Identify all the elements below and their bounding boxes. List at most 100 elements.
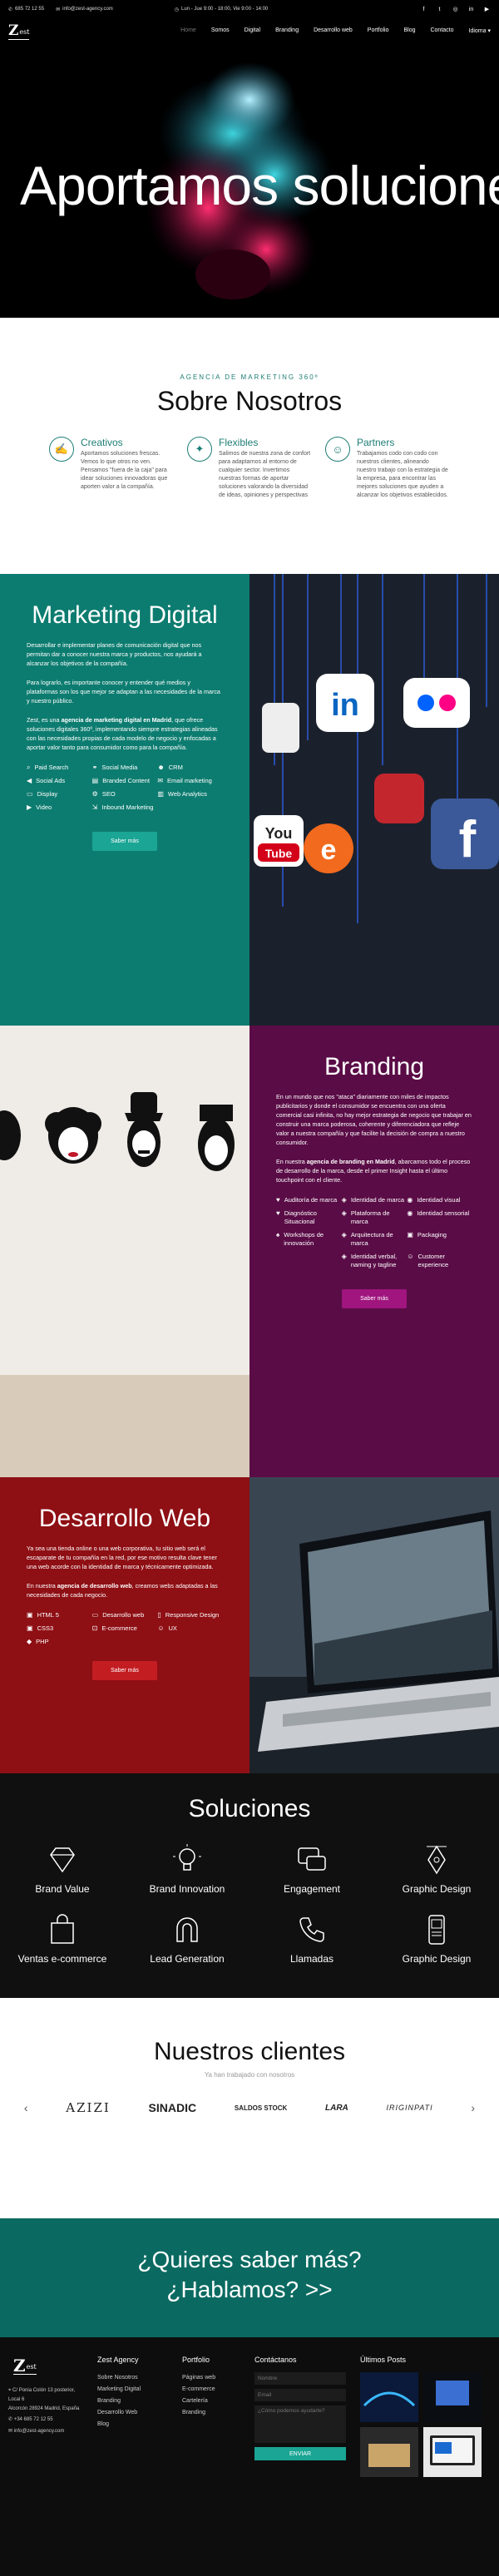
footer-link[interactable]: Páginas web <box>182 2372 245 2384</box>
handshake-icon: ✍ <box>49 437 74 462</box>
footer-link[interactable]: Desarrollo Web <box>97 2407 172 2419</box>
nav-idioma[interactable]: Idioma ▾ <box>469 27 491 34</box>
nav-desarrollo-web[interactable]: Desarrollo web <box>314 27 353 34</box>
phone-contact[interactable]: ✆ 685 72 12 55 <box>8 7 44 12</box>
solution-ventas-ecommerce[interactable]: Ventas e-commerce <box>0 1911 125 1965</box>
chevron-left-icon[interactable]: ‹ <box>24 2101 28 2114</box>
phone-icon <box>299 1917 324 1942</box>
digital-paragraph-2: Para lograrlo, es importante conocer y e… <box>27 679 220 705</box>
list-item-label: Desarrollo web <box>102 1611 145 1619</box>
footer-logo[interactable]: Zest <box>13 2357 37 2375</box>
solution-brand-value[interactable]: Brand Value <box>0 1842 125 1895</box>
solution-llamadas[interactable]: Llamadas <box>250 1911 374 1965</box>
post-thumbnail[interactable] <box>423 2427 482 2477</box>
nav-digital[interactable]: Digital <box>245 27 260 34</box>
list-item: ◈ Identidad verbal, naming y tagline <box>342 1253 408 1269</box>
post-thumbnail[interactable] <box>360 2372 418 2422</box>
list-item: ▣ CSS3 <box>27 1624 92 1633</box>
package-icon: ▣ <box>407 1231 413 1239</box>
email-field[interactable] <box>254 2389 346 2401</box>
main-navigation: Zest Home Somos Digital Branding Desarro… <box>0 18 499 43</box>
footer-link[interactable]: Branding <box>182 2407 245 2419</box>
message-field[interactable] <box>254 2405 346 2443</box>
nav-portfolio[interactable]: Portfolio <box>368 27 389 34</box>
nav-branding[interactable]: Branding <box>275 27 299 34</box>
client-logo-azizi: AZIZI <box>66 2100 111 2115</box>
list-item-label: HTML 5 <box>37 1611 59 1619</box>
footer-email[interactable]: ✉ info@zest-agency.com <box>8 2425 87 2437</box>
web-p2-start: En nuestra <box>27 1582 57 1590</box>
phone-icon: ✆ <box>8 7 13 12</box>
post-thumbnail[interactable] <box>423 2372 482 2422</box>
nav-home[interactable]: Home <box>180 27 196 34</box>
megaphone-icon: ◀ <box>27 777 32 784</box>
nav-somos[interactable]: Somos <box>211 27 230 34</box>
branding-saber-mas-button[interactable]: Saber más <box>342 1289 407 1308</box>
cta-section[interactable]: ¿Quieres saber más? ¿Hablamos? >> <box>0 2218 499 2337</box>
list-item: ⇲ Inbound Marketing <box>92 803 158 812</box>
nav-blog[interactable]: Blog <box>403 27 415 34</box>
facebook-icon[interactable]: f <box>420 6 427 13</box>
solution-graphic-design[interactable]: Graphic Design <box>374 1842 499 1895</box>
clients-carousel: ‹ AZIZI SINADIC SALDOS STOCK LARA IRIGIN… <box>0 2100 499 2115</box>
list-item-label: Display <box>37 790 58 798</box>
solution-label: Engagement <box>283 1883 341 1895</box>
list-item: ☺ Customer experience <box>407 1253 472 1269</box>
email-contact[interactable]: ✉ info@zest-agency.com <box>56 7 113 12</box>
name-field[interactable] <box>254 2372 346 2385</box>
list-item-label: SEO <box>101 790 116 798</box>
solution-engagement[interactable]: Engagement <box>250 1842 374 1895</box>
logo-letter: Z <box>13 2356 26 2376</box>
analytics-icon: ▥ <box>157 790 164 798</box>
list-item: ◀ Social Ads <box>27 777 92 785</box>
envelope-icon: ✉ <box>157 777 164 784</box>
code-icon: ▭ <box>91 1611 99 1619</box>
ux-icon: ☺ <box>157 1624 165 1632</box>
branding-p2-highlight: agencia de branding en Madrid <box>306 1158 395 1165</box>
zest-logo[interactable]: Zest <box>8 22 30 40</box>
list-item-label: Social Ads <box>36 777 66 784</box>
list-item: ⚙ SEO <box>92 790 158 799</box>
phone-icon: ✆ <box>8 2417 14 2422</box>
youtube-icon[interactable]: ▶ <box>483 6 491 13</box>
nav-menu: Home Somos Digital Branding Desarrollo w… <box>180 27 491 34</box>
nav-contacto[interactable]: Contacto <box>430 27 453 34</box>
list-item: ☻ CRM <box>157 764 223 772</box>
solution-brand-innovation[interactable]: Brand Innovation <box>125 1842 250 1895</box>
instagram-icon[interactable]: ◎ <box>452 6 459 13</box>
twitter-icon[interactable]: t <box>436 6 443 13</box>
footer-address: ⌖ C/ Ponia Colón 13 posterior, Local 6 <box>8 2386 87 2405</box>
linkedin-icon[interactable]: in <box>467 6 475 13</box>
web-saber-mas-button[interactable]: Saber más <box>92 1661 157 1680</box>
footer-link[interactable]: Blog <box>97 2419 172 2430</box>
address-city: Alcorcón 28924 Madrid, España <box>8 2406 80 2411</box>
phone-text: 685 72 12 55 <box>15 7 45 12</box>
list-item-label: Inbound Marketing <box>101 803 154 811</box>
digital-saber-mas-button[interactable]: Saber más <box>92 832 157 851</box>
chevron-right-icon[interactable]: › <box>471 2101 475 2114</box>
list-item-label: Workshops de innovación <box>284 1231 324 1247</box>
search-icon: ⌕ <box>27 764 31 771</box>
partners-icon: ☺ <box>325 437 350 462</box>
footer-link[interactable]: E-commerce <box>182 2384 245 2396</box>
footer-link[interactable]: Marketing Digital <box>97 2384 172 2396</box>
magnet-icon <box>176 1917 198 1942</box>
post-thumbnails <box>360 2372 485 2477</box>
post-thumbnail[interactable] <box>360 2427 418 2477</box>
hero-headline: Aportamos soluciones <box>20 155 499 216</box>
logo-letter: Z <box>8 22 19 39</box>
footer-phone[interactable]: ✆ +34 685 72 12 55 <box>8 2414 87 2425</box>
solution-graphic-design-mobile[interactable]: Graphic Design <box>374 1911 499 1965</box>
solution-lead-generation[interactable]: Lead Generation <box>125 1911 250 1965</box>
list-item: ⊡ E-commerce <box>92 1624 158 1633</box>
footer-link[interactable]: Cartelería <box>182 2396 245 2407</box>
footer-link[interactable]: Sobre Nosotros <box>97 2372 172 2384</box>
clients-section: Nuestros clientes Ya han trabajado con n… <box>0 1998 499 2218</box>
send-button[interactable]: ENVIAR <box>254 2447 346 2460</box>
list-item: ♠ Workshops de innovación <box>276 1231 342 1248</box>
footer-phone-text: +34 685 72 12 55 <box>13 2417 53 2422</box>
cta-line-2: ¿Hablamos? >> <box>166 2277 333 2302</box>
footer-link[interactable]: Branding <box>97 2396 172 2407</box>
list-item-label: UX <box>168 1624 177 1632</box>
clock-icon: ◷ <box>174 7 180 12</box>
